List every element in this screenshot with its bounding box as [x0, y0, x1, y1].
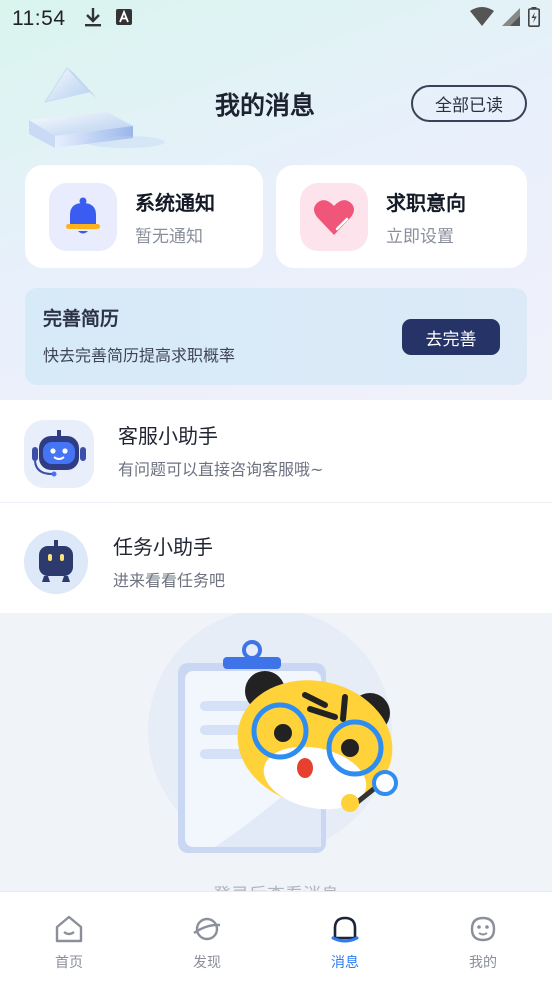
- tab-home[interactable]: 首页: [0, 892, 138, 983]
- robot-icon: [24, 530, 88, 598]
- tab-profile-label: 我的: [469, 955, 497, 971]
- customer-service-assistant-subtitle: 有问题可以直接咨询客服哦~: [118, 460, 324, 479]
- home-icon: [54, 914, 84, 948]
- status-time: 11:54: [12, 7, 66, 30]
- task-assistant-title: 任务小助手: [113, 535, 213, 559]
- battery-icon: [528, 6, 540, 32]
- complete-resume-button[interactable]: 去完善: [402, 319, 500, 355]
- tab-profile[interactable]: 我的: [414, 892, 552, 983]
- tab-home-label: 首页: [55, 955, 83, 971]
- tab-messages[interactable]: 消息: [276, 892, 414, 983]
- system-notification-card[interactable]: 系统通知 暂无通知: [25, 165, 263, 268]
- planet-icon: [192, 914, 222, 948]
- tab-messages-label: 消息: [331, 955, 359, 971]
- job-intention-card[interactable]: 求职意向 立即设置: [276, 165, 527, 268]
- download-icon: [84, 7, 102, 32]
- task-assistant-subtitle: 进来看看任务吧: [113, 571, 226, 590]
- tiger-clipboard-illustration: [145, 613, 415, 877]
- task-assistant-item[interactable]: 任务小助手 进来看看任务吧: [0, 503, 552, 613]
- resume-banner-subtitle: 快去完善简历提高求职概率: [43, 346, 236, 365]
- wifi-icon: [470, 6, 494, 32]
- system-notification-title: 系统通知: [135, 190, 215, 215]
- signal-icon: [502, 7, 520, 31]
- status-bar: 11:54: [0, 0, 552, 38]
- job-intention-subtitle: 立即设置: [386, 226, 454, 247]
- glass-decoration-image: [25, 62, 165, 162]
- resume-banner-title: 完善简历: [43, 308, 120, 330]
- complete-resume-banner: 完善简历 快去完善简历提高求职概率 去完善: [25, 288, 527, 385]
- customer-service-assistant-title: 客服小助手: [118, 424, 218, 448]
- job-intention-title: 求职意向: [386, 190, 466, 215]
- system-notification-subtitle: 暂无通知: [135, 226, 203, 247]
- robot-headset-icon: [24, 420, 94, 492]
- tab-discover[interactable]: 发现: [138, 892, 276, 983]
- face-icon: [468, 914, 498, 948]
- page-title: 我的消息: [214, 91, 315, 120]
- message-icon: [330, 914, 360, 948]
- tab-discover-label: 发现: [193, 955, 221, 971]
- customer-service-assistant-item[interactable]: 客服小助手 有问题可以直接咨询客服哦~: [0, 400, 552, 502]
- bell-icon: [49, 182, 117, 251]
- a-badge-icon: [115, 8, 132, 30]
- bottom-tab-bar: 首页 发现 消息 我的: [0, 891, 552, 983]
- heart-icon: [300, 182, 368, 251]
- empty-state: 登录后查看消息: [0, 613, 552, 893]
- mark-all-read-button[interactable]: 全部已读: [411, 85, 527, 122]
